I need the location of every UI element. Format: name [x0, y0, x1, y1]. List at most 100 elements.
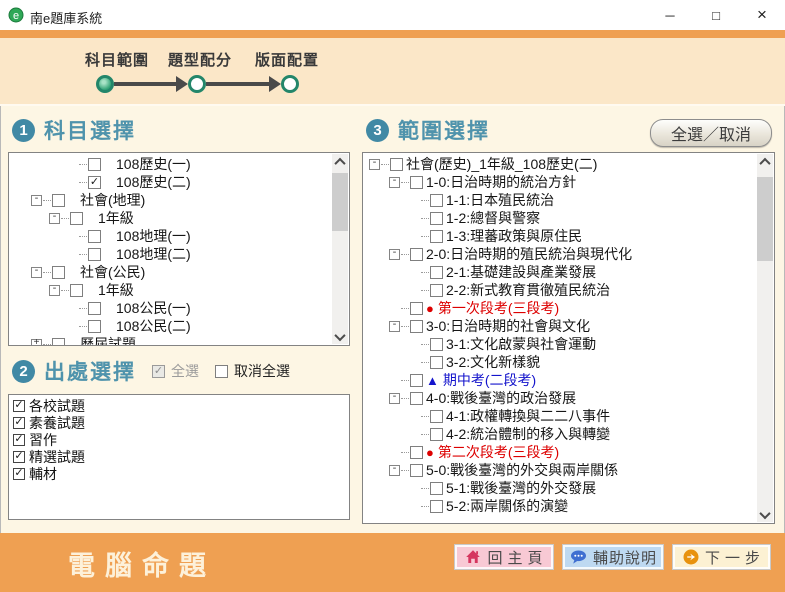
collapse-icon[interactable]: - — [389, 393, 400, 404]
list-item[interactable]: 素養試題 — [9, 414, 349, 431]
tree-node[interactable]: 2-2:新式教育貫徹殖民統治 — [363, 281, 757, 299]
collapse-icon[interactable]: - — [389, 465, 400, 476]
tree-node[interactable]: -社會(公民) — [9, 263, 332, 281]
scrollbar-thumb[interactable] — [757, 177, 773, 261]
tree-node[interactable]: ▲期中考(二段考) — [363, 371, 757, 389]
next-step-button[interactable]: 下一步 — [673, 545, 770, 569]
checkbox[interactable] — [13, 451, 25, 463]
collapse-icon[interactable]: - — [389, 321, 400, 332]
tree-node[interactable]: -社會(地理) — [9, 191, 332, 209]
checkbox[interactable] — [88, 302, 101, 315]
tree-node[interactable]: 1-2:總督與警察 — [363, 209, 757, 227]
checkbox[interactable] — [410, 392, 423, 405]
checkbox[interactable] — [13, 400, 25, 412]
tree-node[interactable]: -4-0:戰後臺灣的政治發展 — [363, 389, 757, 407]
checkbox[interactable] — [13, 417, 25, 429]
checkbox[interactable] — [430, 410, 443, 423]
checkbox[interactable] — [88, 248, 101, 261]
toggle-select-all-button[interactable]: 全選／取消 — [650, 119, 772, 147]
checkbox[interactable] — [430, 266, 443, 279]
checkbox[interactable] — [410, 302, 423, 315]
checkbox[interactable] — [430, 356, 443, 369]
checkbox[interactable] — [430, 230, 443, 243]
checkbox[interactable] — [410, 446, 423, 459]
checkbox[interactable] — [13, 468, 25, 480]
tree-node[interactable]: -2-0:日治時期的殖民統治與現代化 — [363, 245, 757, 263]
tree-node[interactable]: 3-1:文化啟蒙與社會運動 — [363, 335, 757, 353]
tree-node[interactable]: ●第一次段考(三段考) — [363, 299, 757, 317]
tree-node[interactable]: -5-0:戰後臺灣的外交與兩岸關係 — [363, 461, 757, 479]
tree-node[interactable]: 108地理(一) — [9, 227, 332, 245]
scroll-up-icon[interactable] — [757, 154, 773, 169]
step-dot-2[interactable] — [188, 75, 206, 93]
scroll-down-icon[interactable] — [757, 507, 773, 522]
tree-node[interactable]: +歷屆試題 — [9, 335, 332, 345]
checkbox[interactable] — [52, 266, 65, 279]
collapse-icon[interactable]: - — [31, 195, 42, 206]
checkbox[interactable] — [410, 176, 423, 189]
checkbox[interactable] — [88, 320, 101, 333]
select-all-checkbox[interactable] — [152, 365, 165, 378]
expand-icon[interactable]: + — [31, 339, 42, 346]
checkbox[interactable] — [430, 212, 443, 225]
collapse-icon[interactable]: - — [49, 285, 60, 296]
tree-node[interactable]: 108公民(二) — [9, 317, 332, 335]
scroll-up-icon[interactable] — [332, 154, 348, 169]
checkbox[interactable] — [410, 374, 423, 387]
list-item[interactable]: 習作 — [9, 431, 349, 448]
collapse-icon[interactable]: - — [389, 177, 400, 188]
tree-node[interactable]: 2-1:基礎建設與產業發展 — [363, 263, 757, 281]
checkbox[interactable] — [430, 428, 443, 441]
tree-node[interactable]: 108歷史(二) — [9, 173, 332, 191]
subject-scrollbar[interactable] — [332, 154, 348, 344]
checkbox[interactable] — [52, 194, 65, 207]
tree-node[interactable]: ●第二次段考(三段考) — [363, 443, 757, 461]
checkbox[interactable] — [410, 248, 423, 261]
close-button[interactable]: × — [739, 0, 785, 30]
checkbox[interactable] — [52, 338, 65, 346]
tree-node[interactable]: -3-0:日治時期的社會與文化 — [363, 317, 757, 335]
tree-node[interactable]: 1-3:理蕃政策與原住民 — [363, 227, 757, 245]
list-item[interactable]: 精選試題 — [9, 448, 349, 465]
range-scrollbar[interactable] — [757, 154, 773, 522]
checkbox[interactable] — [430, 482, 443, 495]
collapse-icon[interactable]: - — [369, 159, 380, 170]
maximize-button[interactable]: □ — [693, 0, 739, 30]
checkbox[interactable] — [88, 176, 101, 189]
tree-node[interactable]: -社會(歷史)_1年級_108歷史(二) — [363, 155, 757, 173]
checkbox[interactable] — [410, 320, 423, 333]
tree-node[interactable]: 5-1:戰後臺灣的外交發展 — [363, 479, 757, 497]
checkbox[interactable] — [70, 284, 83, 297]
tree-node[interactable]: -1年級 — [9, 281, 332, 299]
checkbox[interactable] — [430, 284, 443, 297]
collapse-icon[interactable]: - — [31, 267, 42, 278]
step-dot-1[interactable] — [96, 75, 114, 93]
deselect-all-control[interactable]: 取消全選 — [215, 361, 290, 381]
tree-node[interactable]: 108公民(一) — [9, 299, 332, 317]
list-item[interactable]: 各校試題 — [9, 397, 349, 414]
scroll-down-icon[interactable] — [332, 329, 348, 344]
collapse-icon[interactable]: - — [49, 213, 60, 224]
checkbox[interactable] — [70, 212, 83, 225]
checkbox[interactable] — [410, 464, 423, 477]
deselect-all-checkbox[interactable] — [215, 365, 228, 378]
help-button[interactable]: 輔助說明 — [563, 545, 663, 569]
tree-node[interactable]: 108歷史(一) — [9, 155, 332, 173]
tree-node[interactable]: 1-1:日本殖民統治 — [363, 191, 757, 209]
tree-node[interactable]: 5-2:兩岸關係的演變 — [363, 497, 757, 515]
scrollbar-track[interactable] — [332, 169, 348, 329]
checkbox[interactable] — [13, 434, 25, 446]
tree-node[interactable]: 4-2:統治體制的移入與轉變 — [363, 425, 757, 443]
collapse-icon[interactable]: - — [389, 249, 400, 260]
tree-node[interactable]: -1年級 — [9, 209, 332, 227]
select-all-control[interactable]: 全選 — [152, 361, 199, 381]
tree-node[interactable]: 4-1:政權轉換與二二八事件 — [363, 407, 757, 425]
scrollbar-track[interactable] — [757, 169, 773, 507]
minimize-button[interactable]: ─ — [647, 0, 693, 30]
step-dot-3[interactable] — [281, 75, 299, 93]
checkbox[interactable] — [88, 230, 101, 243]
scrollbar-thumb[interactable] — [332, 173, 348, 231]
tree-node[interactable]: 3-2:文化新樣貌 — [363, 353, 757, 371]
checkbox[interactable] — [88, 158, 101, 171]
list-item[interactable]: 輔材 — [9, 465, 349, 482]
